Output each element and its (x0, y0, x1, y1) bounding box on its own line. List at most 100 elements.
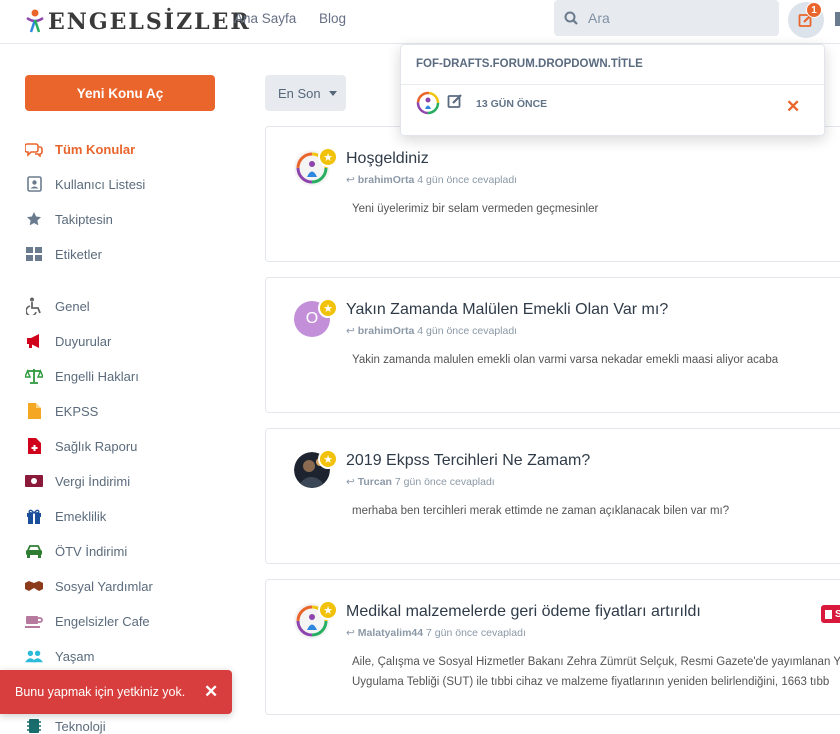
discussion-meta: ↩ Turcan 7 gün önce cevapladı (346, 476, 495, 488)
sticky-star-icon: ★ (318, 449, 338, 469)
th-large-icon (25, 245, 43, 263)
sticky-star-icon: ★ (318, 298, 338, 318)
sidebar-item-label: Etiketler (55, 246, 102, 262)
draft-time: 13 GÜN ÖNCE (476, 98, 548, 110)
sidebar-item-label: Genel (55, 298, 90, 314)
discussion-card[interactable]: ★ Medikal malzemelerde geri ödeme fiyatl… (265, 579, 840, 715)
notification-badge: 1 (806, 2, 822, 18)
new-topic-button[interactable]: Yeni Konu Aç (25, 75, 215, 111)
sidebar-tag-otv-indirimi[interactable]: ÖTV İndirimi (25, 540, 127, 562)
sidebar-item-label: Engelsizler Cafe (55, 613, 150, 629)
sidebar-tag-engelli-haklari[interactable]: Engelli Hakları (25, 365, 139, 387)
address-card-icon (25, 175, 43, 193)
last-reply-user[interactable]: Malatyalim44 (358, 627, 423, 639)
last-reply-time: 4 gün önce cevapladı (417, 325, 518, 337)
star-icon (25, 210, 43, 228)
sidebar-tag-emeklilik[interactable]: Emeklilik (25, 505, 106, 527)
last-reply-time: 7 gün önce cevapladı (394, 476, 495, 488)
user-menu-edge[interactable] (835, 12, 840, 26)
sort-dropdown-button[interactable]: En Son (265, 75, 346, 111)
excerpt-line: Uygulama Tebliği (SUT) ile tıbbi cihaz v… (352, 676, 830, 688)
draft-item[interactable]: 13 GÜN ÖNCE ✕ (416, 91, 811, 127)
sidebar-item-label: Yaşam (55, 648, 95, 664)
sidebar-tag-genel[interactable]: Genel (25, 295, 90, 317)
close-icon[interactable]: ✕ (204, 682, 218, 702)
sidebar-item-label: Sosyal Yardımlar (55, 578, 153, 594)
discussion-title[interactable]: Medikal malzemelerde geri ödeme fiyatlar… (346, 603, 701, 621)
discussion-excerpt: Yakin zamanda malulen emekli olan varmi … (352, 354, 779, 366)
tag-badge-label: S (835, 608, 840, 620)
sidebar-tag-sosyal-yardimlar[interactable]: Sosyal Yardımlar (25, 575, 153, 597)
search-input[interactable]: Ara (554, 0, 779, 36)
discussion-card[interactable]: ★ 2019 Ekpss Tercihleri Ne Zamam? ↩ Turc… (265, 428, 840, 564)
dropdown-title: FOF-DRAFTS.FORUM.DROPDOWN.TİTLE (416, 58, 643, 70)
forum-logo-icon (416, 91, 440, 115)
last-reply-time: 4 gün önce cevapladı (417, 174, 518, 186)
sticky-star-icon: ★ (318, 147, 338, 167)
last-reply-user[interactable]: Turcan (358, 476, 392, 488)
discussion-card[interactable]: ★ Hoşgeldiniz ↩ brahimOrta 4 gün önce ce… (265, 126, 840, 262)
logo-figure-icon (26, 9, 44, 33)
logo-text: ENGELSİZLER (48, 9, 251, 35)
medical-file-icon (825, 609, 832, 619)
sidebar-item-following[interactable]: Takiptesin (25, 208, 113, 230)
medical-file-icon (25, 437, 43, 455)
discussion-card[interactable]: O ★ Yakın Zamanda Malülen Emekli Olan Va… (265, 277, 840, 413)
sidebar-tag-ekpss[interactable]: EKPSS (25, 400, 98, 422)
coffee-icon (25, 612, 43, 630)
excerpt-line: Aile, Çalışma ve Sosyal Hizmetler Bakanı… (352, 656, 840, 668)
wheelchair-icon (25, 297, 43, 315)
sidebar-item-label: Sağlık Raporu (55, 438, 138, 454)
reply-icon: ↩ (346, 325, 355, 337)
microchip-icon (25, 717, 43, 734)
discussion-excerpt: merhaba ben tercihleri merak ettimde ne … (352, 505, 730, 517)
sidebar-item-label: Emeklilik (55, 508, 107, 524)
nav-home-link[interactable]: Ana Sayfa (234, 11, 296, 26)
last-reply-user[interactable]: brahimOrta (358, 174, 415, 186)
sidebar-item-user-list[interactable]: Kullanıcı Listesi (25, 173, 145, 195)
top-header: ENGELSİZLER Ana Sayfa Blog Ara 1 (0, 0, 840, 44)
discussion-title[interactable]: Hoşgeldiniz (346, 150, 429, 168)
gift-icon (25, 507, 43, 525)
discussion-title[interactable]: Yakın Zamanda Malülen Emekli Olan Var mı… (346, 301, 668, 319)
sidebar-item-label: ÖTV İndirimi (55, 543, 128, 559)
sidebar-tag-vergi-indirimi[interactable]: Vergi İndirimi (25, 470, 130, 492)
sidebar-item-all-discussions[interactable]: Tüm Konular (25, 138, 135, 160)
file-icon (25, 402, 43, 420)
discussion-excerpt: Aile, Çalışma ve Sosyal Hizmetler Bakanı… (352, 652, 840, 692)
sidebar-tag-duyurular[interactable]: Duyurular (25, 330, 111, 352)
site-logo[interactable]: ENGELSİZLER (24, 6, 251, 38)
handshake-icon (25, 577, 43, 595)
sidebar-item-label: Kullanıcı Listesi (55, 176, 146, 192)
sidebar-item-label: Duyurular (55, 333, 112, 349)
reply-icon: ↩ (346, 627, 355, 639)
sidebar-tag-saglik-raporu[interactable]: Sağlık Raporu (25, 435, 137, 457)
delete-draft-icon[interactable]: ✕ (786, 97, 800, 117)
discussion-title[interactable]: 2019 Ekpss Tercihleri Ne Zamam? (346, 452, 590, 470)
tag-badge[interactable]: S (821, 605, 840, 623)
discussion-meta: ↩ brahimOrta 4 gün önce cevapladı (346, 174, 517, 186)
reply-icon: ↩ (346, 174, 355, 186)
drafts-dropdown: FOF-DRAFTS.FORUM.DROPDOWN.TİTLE 13 GÜN Ö… (400, 44, 825, 136)
discussion-meta: ↩ Malatyalim44 7 gün önce cevapladı (346, 627, 526, 639)
search-placeholder: Ara (588, 10, 610, 26)
car-icon (25, 542, 43, 560)
nav-blog-link[interactable]: Blog (319, 11, 346, 26)
money-icon (25, 472, 43, 490)
sidebar-item-tags[interactable]: Etiketler (25, 243, 102, 265)
sort-label: En Son (278, 85, 321, 101)
sidebar-tag-teknoloji[interactable]: Teknoloji (25, 715, 106, 734)
sidebar-tag-yasam[interactable]: Yaşam (25, 645, 95, 667)
megaphone-icon (25, 332, 43, 350)
sidebar-item-label: Vergi İndirimi (55, 473, 131, 489)
sidebar-item-label: Engelli Hakları (55, 368, 139, 384)
discussion-excerpt: Yeni üyelerimiz bir selam vermeden geçme… (352, 203, 599, 215)
discussion-meta: ↩ brahimOrta 4 gün önce cevapladı (346, 325, 517, 337)
edit-icon (447, 94, 462, 108)
toast-message: Bunu yapmak için yetkiniz yok. (15, 685, 186, 699)
sidebar-item-label: Tüm Konular (55, 141, 136, 157)
dropdown-divider (401, 84, 824, 85)
sidebar-tag-engelsizler-cafe[interactable]: Engelsizler Cafe (25, 610, 150, 632)
caret-down-icon (328, 90, 337, 96)
last-reply-user[interactable]: brahimOrta (358, 325, 415, 337)
